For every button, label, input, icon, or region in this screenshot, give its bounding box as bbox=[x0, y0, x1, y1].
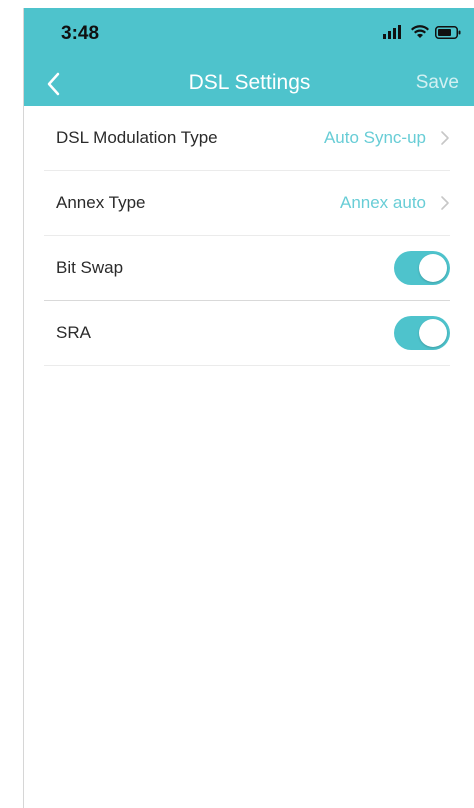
toggle-knob bbox=[419, 319, 447, 347]
setting-label: Bit Swap bbox=[56, 258, 124, 277]
status-icons bbox=[383, 25, 461, 39]
setting-row-bit-swap: Bit Swap bbox=[44, 236, 450, 301]
app-screen: 3:48 DSL Settings Save DSL Modulation Ty… bbox=[23, 8, 474, 808]
save-button[interactable]: Save bbox=[416, 72, 459, 94]
setting-value: Auto Sync-up bbox=[323, 128, 426, 147]
status-time: 3:48 bbox=[61, 23, 100, 44]
setting-row-dsl-modulation-type[interactable]: DSL Modulation Type Auto Sync-up bbox=[44, 106, 450, 171]
sra-toggle[interactable] bbox=[394, 316, 450, 350]
setting-label: SRA bbox=[56, 323, 91, 342]
header: 3:48 DSL Settings Save bbox=[24, 8, 474, 106]
wifi-icon bbox=[411, 25, 429, 38]
page-title: DSL Settings bbox=[188, 71, 311, 94]
setting-label: DSL Modulation Type bbox=[56, 128, 218, 147]
chevron-right-icon bbox=[441, 131, 449, 145]
chevron-right-icon bbox=[441, 196, 449, 210]
setting-label: Annex Type bbox=[56, 193, 146, 212]
bit-swap-toggle[interactable] bbox=[394, 251, 450, 285]
battery-icon bbox=[435, 25, 461, 39]
toggle-knob bbox=[419, 254, 447, 282]
signal-icon bbox=[383, 25, 401, 39]
setting-value: Annex auto bbox=[339, 193, 426, 212]
setting-row-sra: SRA bbox=[44, 301, 450, 366]
setting-row-annex-type[interactable]: Annex Type Annex auto bbox=[44, 171, 450, 236]
settings-list: DSL Modulation Type Auto Sync-up Annex T… bbox=[24, 106, 474, 366]
